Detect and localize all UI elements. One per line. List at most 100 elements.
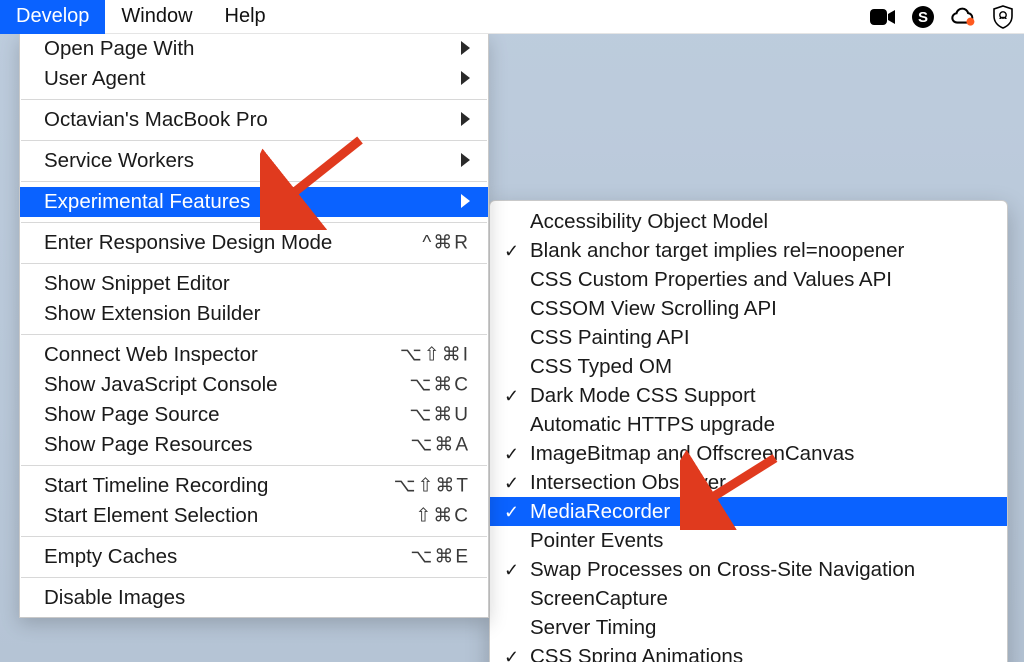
menu-item-label: Show Page Resources <box>44 433 253 457</box>
menu-item-label: Show Snippet Editor <box>44 272 230 296</box>
menu-separator <box>21 99 487 100</box>
menu-item-element-selection[interactable]: Start Element Selection ⇧⌘C <box>20 501 488 531</box>
menu-item-timeline-recording[interactable]: Start Timeline Recording ⌥⇧⌘T <box>20 471 488 501</box>
menu-shortcut: ⌥⌘A <box>410 434 470 457</box>
menu-item-label: Experimental Features <box>44 190 250 214</box>
menubar-tray: S <box>870 0 1016 34</box>
submenu-item-label: Accessibility Object Model <box>530 210 768 234</box>
menu-item-web-inspector[interactable]: Connect Web Inspector ⌥⇧⌘I <box>20 340 488 370</box>
experimental-features-submenu: Accessibility Object Model ✓ Blank ancho… <box>489 200 1008 662</box>
menu-shortcut: ⌥⌘U <box>409 404 470 427</box>
menu-item-open-page-with[interactable]: Open Page With <box>20 34 488 64</box>
menu-item-extension-builder[interactable]: Show Extension Builder <box>20 299 488 329</box>
menu-item-label: Disable Images <box>44 586 185 610</box>
menu-separator <box>21 263 487 264</box>
menu-item-label: Open Page With <box>44 37 194 61</box>
menu-separator <box>21 536 487 537</box>
menu-item-label: Show JavaScript Console <box>44 373 278 397</box>
submenu-item-intersection-observer[interactable]: ✓ Intersection Observer <box>490 468 1007 497</box>
menu-item-label: Start Timeline Recording <box>44 474 268 498</box>
submenu-item-css-typed-om[interactable]: CSS Typed OM <box>490 352 1007 381</box>
submenu-item-screencapture[interactable]: ScreenCapture <box>490 584 1007 613</box>
menu-item-label: Service Workers <box>44 149 194 173</box>
menu-item-label: Enter Responsive Design Mode <box>44 231 332 255</box>
submenu-item-accessibility-object-model[interactable]: Accessibility Object Model <box>490 207 1007 236</box>
submenu-item-swap-processes[interactable]: ✓ Swap Processes on Cross-Site Navigatio… <box>490 555 1007 584</box>
skype-icon[interactable]: S <box>910 4 936 30</box>
chevron-right-icon <box>461 149 470 173</box>
menu-separator <box>21 577 487 578</box>
facetime-icon[interactable] <box>870 4 896 30</box>
menu-item-label: Octavian's MacBook Pro <box>44 108 268 132</box>
menu-item-page-resources[interactable]: Show Page Resources ⌥⌘A <box>20 430 488 460</box>
menu-separator <box>21 222 487 223</box>
menu-item-service-workers[interactable]: Service Workers <box>20 146 488 176</box>
submenu-item-label: Automatic HTTPS upgrade <box>530 413 775 437</box>
menu-shortcut: ⌥⇧⌘T <box>394 475 470 498</box>
menu-shortcut: ^⌘R <box>422 232 470 255</box>
menubar-item-window[interactable]: Window <box>105 0 208 34</box>
menu-item-experimental-features[interactable]: Experimental Features <box>20 187 488 217</box>
menu-item-device[interactable]: Octavian's MacBook Pro <box>20 105 488 135</box>
checkmark-icon: ✓ <box>504 474 519 492</box>
submenu-item-label: CSSOM View Scrolling API <box>530 297 777 321</box>
submenu-item-label: CSS Spring Animations <box>530 645 743 662</box>
menu-item-label: Start Element Selection <box>44 504 258 528</box>
menubar: Develop Window Help S <box>0 0 1024 34</box>
submenu-item-label: Blank anchor target implies rel=noopener <box>530 239 904 263</box>
checkmark-icon: ✓ <box>504 445 519 463</box>
menu-separator <box>21 334 487 335</box>
submenu-item-css-spring[interactable]: ✓ CSS Spring Animations <box>490 642 1007 662</box>
submenu-item-imagebitmap[interactable]: ✓ ImageBitmap and OffscreenCanvas <box>490 439 1007 468</box>
menu-item-label: Empty Caches <box>44 545 177 569</box>
checkmark-icon: ✓ <box>504 503 519 521</box>
submenu-item-label: Dark Mode CSS Support <box>530 384 756 408</box>
menu-item-label: Show Extension Builder <box>44 302 261 326</box>
menu-item-js-console[interactable]: Show JavaScript Console ⌥⌘C <box>20 370 488 400</box>
menu-item-label: Show Page Source <box>44 403 220 427</box>
menu-item-page-source[interactable]: Show Page Source ⌥⌘U <box>20 400 488 430</box>
menu-item-responsive-design[interactable]: Enter Responsive Design Mode ^⌘R <box>20 228 488 258</box>
menu-shortcut: ⌥⇧⌘I <box>400 344 470 367</box>
submenu-item-label: CSS Custom Properties and Values API <box>530 268 892 292</box>
menu-item-empty-caches[interactable]: Empty Caches ⌥⌘E <box>20 542 488 572</box>
submenu-item-label: Pointer Events <box>530 529 663 553</box>
submenu-item-label: ImageBitmap and OffscreenCanvas <box>530 442 854 466</box>
menu-item-label: User Agent <box>44 67 145 91</box>
checkmark-icon: ✓ <box>504 561 519 579</box>
submenu-item-label: MediaRecorder <box>530 500 670 524</box>
chevron-right-icon <box>461 67 470 91</box>
submenu-item-label: Server Timing <box>530 616 656 640</box>
submenu-item-https-upgrade[interactable]: Automatic HTTPS upgrade <box>490 410 1007 439</box>
submenu-item-css-custom-properties[interactable]: CSS Custom Properties and Values API <box>490 265 1007 294</box>
checkmark-icon: ✓ <box>504 242 519 260</box>
checkmark-icon: ✓ <box>504 387 519 405</box>
menu-item-label: Connect Web Inspector <box>44 343 258 367</box>
submenu-item-css-painting[interactable]: CSS Painting API <box>490 323 1007 352</box>
menu-item-user-agent[interactable]: User Agent <box>20 64 488 94</box>
menu-shortcut: ⇧⌘C <box>415 505 470 528</box>
submenu-item-dark-mode-css[interactable]: ✓ Dark Mode CSS Support <box>490 381 1007 410</box>
submenu-item-label: Intersection Observer <box>530 471 726 495</box>
shield-icon[interactable] <box>990 4 1016 30</box>
svg-text:S: S <box>918 9 928 26</box>
submenu-item-label: Swap Processes on Cross-Site Navigation <box>530 558 915 582</box>
chevron-right-icon <box>461 190 470 214</box>
submenu-item-pointer-events[interactable]: Pointer Events <box>490 526 1007 555</box>
menu-separator <box>21 181 487 182</box>
menubar-item-develop[interactable]: Develop <box>0 0 105 34</box>
submenu-item-cssom-view-scrolling[interactable]: CSSOM View Scrolling API <box>490 294 1007 323</box>
develop-menu: Open Page With User Agent Octavian's Mac… <box>19 34 489 618</box>
chevron-right-icon <box>461 108 470 132</box>
menu-separator <box>21 465 487 466</box>
submenu-item-blank-anchor[interactable]: ✓ Blank anchor target implies rel=noopen… <box>490 236 1007 265</box>
submenu-item-mediarecorder[interactable]: ✓ MediaRecorder <box>490 497 1007 526</box>
menubar-item-label: Develop <box>16 5 89 28</box>
menu-item-snippet-editor[interactable]: Show Snippet Editor <box>20 269 488 299</box>
cloud-status-icon[interactable] <box>950 4 976 30</box>
submenu-item-server-timing[interactable]: Server Timing <box>490 613 1007 642</box>
checkmark-icon: ✓ <box>504 648 519 662</box>
menu-item-disable-images[interactable]: Disable Images <box>20 583 488 613</box>
menubar-item-label: Help <box>225 5 266 28</box>
menubar-item-help[interactable]: Help <box>209 0 282 34</box>
